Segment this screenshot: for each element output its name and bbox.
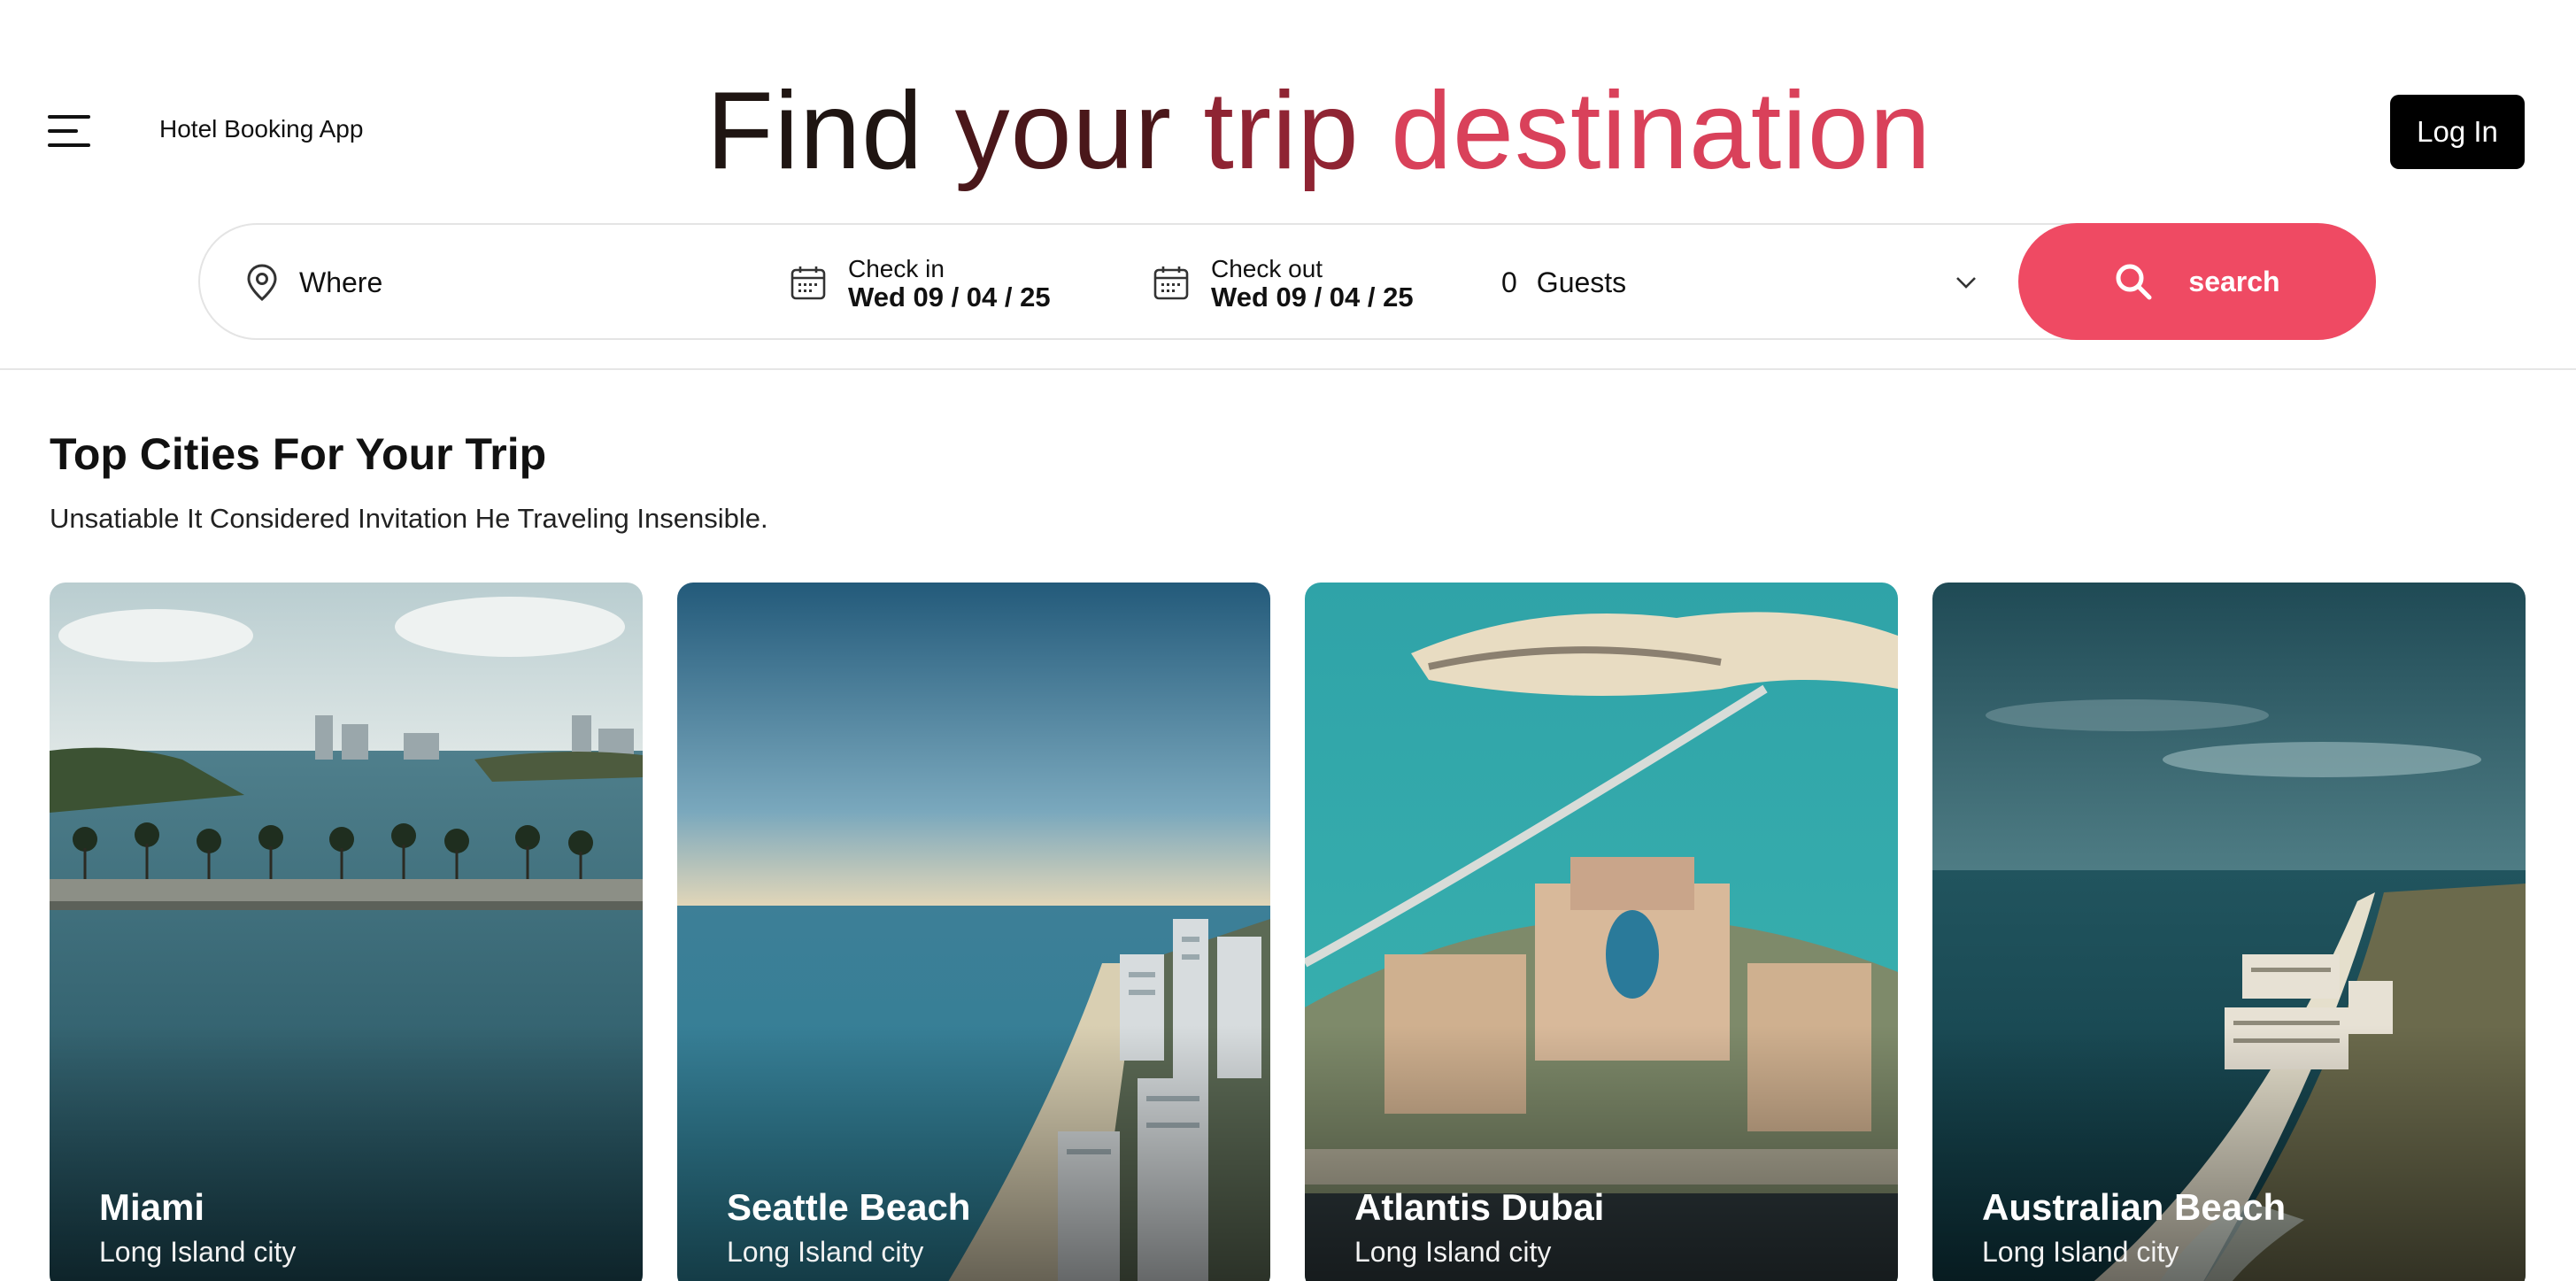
city-card-atlantis-dubai[interactable]: Atlantis Dubai Long Island city bbox=[1305, 583, 1898, 1281]
hero-word-1: Find bbox=[706, 70, 924, 192]
section-subtitle: Unsatiable It Considered Invitation He T… bbox=[50, 503, 768, 534]
city-subtitle: Long Island city bbox=[1982, 1236, 2179, 1268]
top-header: Hotel Booking App Find your trip destina… bbox=[0, 0, 2576, 370]
city-card-seattle-beach[interactable]: Seattle Beach Long Island city bbox=[677, 583, 1270, 1281]
city-subtitle: Long Island city bbox=[1354, 1236, 1552, 1268]
search-bar: Where Check in Wed 09 / 04 / 25 Check ou… bbox=[198, 223, 2376, 340]
where-label: Where bbox=[299, 266, 383, 298]
hero-word-4: destination bbox=[1391, 70, 1932, 192]
guests-count: 0 bbox=[1501, 266, 1517, 298]
search-icon bbox=[2116, 264, 2152, 300]
city-name: Australian Beach bbox=[1982, 1186, 2287, 1228]
city-subtitle: Long Island city bbox=[99, 1236, 297, 1268]
city-name: Atlantis Dubai bbox=[1354, 1186, 1605, 1228]
hero-title: Find your trip destination bbox=[706, 69, 1932, 193]
city-name: Miami bbox=[99, 1186, 205, 1228]
calendar-icon bbox=[791, 266, 826, 300]
city-name: Seattle Beach bbox=[727, 1186, 971, 1228]
check-in-label: Check in bbox=[848, 255, 945, 282]
calendar-icon bbox=[1153, 266, 1189, 300]
app-name: Hotel Booking App bbox=[159, 115, 364, 143]
check-in-field[interactable]: Check in Wed 09 / 04 / 25 bbox=[790, 248, 1051, 319]
city-subtitle: Long Island city bbox=[727, 1236, 924, 1268]
login-button[interactable]: Log In bbox=[2390, 95, 2525, 169]
where-field[interactable]: Where bbox=[244, 255, 740, 310]
menu-icon[interactable] bbox=[48, 113, 94, 149]
hero-word-2: your bbox=[954, 70, 1172, 192]
check-in-value: Wed 09 / 04 / 25 bbox=[848, 282, 1051, 313]
check-out-label: Check out bbox=[1211, 255, 1323, 282]
guests-label: Guests bbox=[1536, 266, 1627, 298]
location-pin-icon bbox=[247, 264, 277, 301]
hero-word-3: trip bbox=[1203, 70, 1360, 192]
city-card-australian-beach[interactable]: Australian Beach Long Island city bbox=[1932, 583, 2526, 1281]
section-title: Top Cities For Your Trip bbox=[50, 429, 547, 479]
check-out-value: Wed 09 / 04 / 25 bbox=[1211, 282, 1414, 313]
city-card-miami[interactable]: Miami Long Island city bbox=[50, 583, 643, 1281]
chevron-down-icon[interactable] bbox=[1953, 269, 1979, 296]
search-button[interactable]: search bbox=[2018, 223, 2376, 340]
check-out-field[interactable]: Check out Wed 09 / 04 / 25 bbox=[1153, 248, 1414, 319]
search-button-label: search bbox=[2188, 265, 2280, 297]
